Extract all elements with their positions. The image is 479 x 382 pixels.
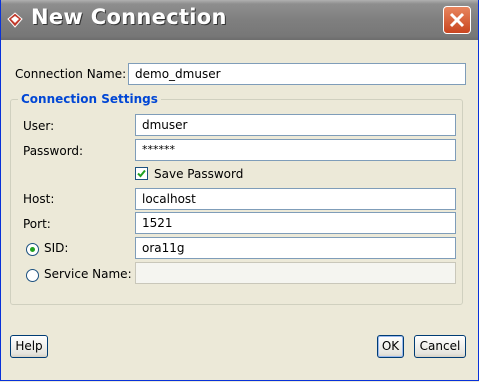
user-field[interactable]: dmuser [135,114,456,136]
password-field[interactable]: ****** [135,139,456,161]
host-label: Host: [23,192,55,206]
host-field[interactable]: localhost [135,188,456,210]
service-name-field[interactable] [135,262,456,284]
sid-radio[interactable] [26,243,39,256]
ok-button[interactable]: OK [377,335,404,358]
oracle-diamond-icon [7,12,23,28]
radio-selected-dot [30,247,35,252]
save-password-checkbox[interactable] [135,167,148,180]
service-name-radio[interactable] [26,269,39,282]
cancel-button[interactable]: Cancel [414,335,466,358]
user-label: User: [23,119,55,133]
connection-name-field[interactable]: demo_dmuser [128,63,466,85]
new-connection-dialog: New Connection Connection Name: demo_dmu… [0,0,479,381]
connection-settings-title: Connection Settings [18,92,161,106]
save-password-label: Save Password [154,167,244,181]
connection-name-label: Connection Name: [15,67,127,81]
title-bar[interactable]: New Connection [1,0,478,40]
port-label: Port: [23,217,51,231]
password-label: Password: [23,144,84,158]
port-field[interactable]: 1521 [135,212,456,234]
checkmark-icon [137,169,146,178]
window-title: New Connection [31,5,227,29]
help-button[interactable]: Help [10,335,48,358]
service-name-label: Service Name: [44,267,132,281]
sid-label: SID: [44,241,69,255]
dialog-body: Connection Name: demo_dmuser Connection … [1,40,478,380]
sid-field[interactable]: ora11g [135,237,456,259]
close-icon [449,12,465,28]
close-button[interactable] [443,6,471,34]
